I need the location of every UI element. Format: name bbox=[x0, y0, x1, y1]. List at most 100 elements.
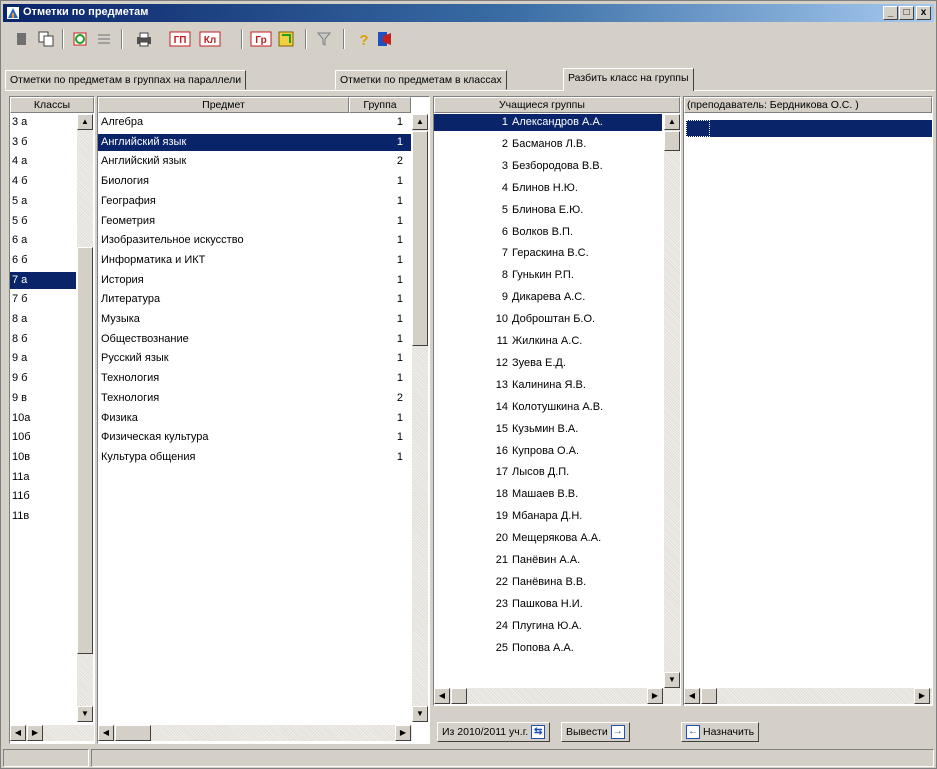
scroll-thumb[interactable] bbox=[412, 131, 428, 346]
tab-group-marks[interactable]: Отметки по предметам в группах на паралл… bbox=[5, 70, 247, 90]
subjects-vscroll[interactable]: ▲ ▼ bbox=[412, 114, 428, 722]
scroll-thumb[interactable] bbox=[664, 131, 680, 151]
student-row[interactable]: 8 Гунькин Р.П. bbox=[434, 267, 664, 284]
scroll-right-button[interactable]: ▶ bbox=[27, 725, 43, 741]
class-list-item[interactable]: 11а bbox=[10, 469, 76, 486]
title-bar[interactable]: Отметки по предметам _ □ x bbox=[3, 4, 934, 22]
student-row[interactable]: 12 Зуева Е.Д. bbox=[434, 355, 664, 372]
subject-row[interactable]: Технология 2 bbox=[98, 390, 411, 407]
minimize-button[interactable]: _ bbox=[883, 6, 898, 20]
class-list-item[interactable]: 10а bbox=[10, 410, 76, 427]
class-list-item[interactable]: 10б bbox=[10, 429, 76, 446]
subject-row[interactable]: География 1 bbox=[98, 193, 411, 210]
scroll-thumb[interactable] bbox=[115, 725, 151, 741]
subjects-table[interactable]: Предмет Группа Алгебра 1 Английский язык 1 А… bbox=[97, 96, 430, 744]
student-row[interactable]: 9 Дикарева А.С. bbox=[434, 289, 664, 306]
list-button[interactable] bbox=[93, 28, 115, 50]
teacher-panel[interactable]: (преподаватель: Бердникова О.С. ) ◀ ▶ bbox=[683, 96, 933, 706]
student-row[interactable]: 21 Панёвин А.А. bbox=[434, 552, 664, 569]
student-row[interactable]: 1 Александров А.А. bbox=[434, 114, 664, 131]
subject-row[interactable]: Физика 1 bbox=[98, 410, 411, 427]
student-row[interactable]: 17 Лысов Д.П. bbox=[434, 464, 664, 481]
subject-row[interactable]: Культура общения 1 bbox=[98, 449, 411, 466]
subjects-hscroll[interactable]: ◀ ▶ bbox=[98, 725, 412, 741]
class-list-item[interactable]: 4 а bbox=[10, 153, 76, 170]
student-row[interactable]: 4 Блинов Н.Ю. bbox=[434, 180, 664, 197]
assign-button[interactable]: ← Назначить bbox=[681, 722, 760, 742]
scroll-down-button[interactable]: ▼ bbox=[664, 672, 680, 688]
subject-row[interactable]: Английский язык 1 bbox=[98, 133, 411, 151]
students-hscroll[interactable]: ◀ ▶ bbox=[434, 688, 680, 704]
student-row[interactable]: 25 Попова А.А. bbox=[434, 640, 664, 657]
copy-button[interactable] bbox=[35, 28, 57, 50]
student-row[interactable]: 13 Калинина Я.В. bbox=[434, 377, 664, 394]
filter-button[interactable] bbox=[313, 28, 335, 50]
student-row[interactable]: 24 Плугина Ю.А. bbox=[434, 618, 664, 635]
student-row[interactable]: 15 Кузьмин В.А. bbox=[434, 421, 664, 438]
subject-row[interactable]: Обществознание 1 bbox=[98, 331, 411, 348]
help-button[interactable]: ? bbox=[353, 28, 375, 50]
scroll-right-button[interactable]: ▶ bbox=[914, 688, 930, 704]
subject-row[interactable]: Изобразительное искусство 1 bbox=[98, 232, 411, 249]
output-button[interactable]: Вывести → bbox=[561, 722, 630, 742]
scroll-left-button[interactable]: ◀ bbox=[98, 725, 114, 741]
subject-row[interactable]: Английский язык 2 bbox=[98, 153, 411, 170]
student-row[interactable]: 19 Мбанара Д.Н. bbox=[434, 508, 664, 525]
teacher-header[interactable]: (преподаватель: Бердникова О.С. ) bbox=[684, 97, 932, 113]
class-list-item[interactable]: 8 б bbox=[10, 331, 76, 348]
class-list-item[interactable]: 4 б bbox=[10, 173, 76, 190]
scroll-left-button[interactable]: ◀ bbox=[434, 688, 450, 704]
subject-column-header[interactable]: Предмет bbox=[98, 97, 349, 113]
student-row[interactable]: 11 Жилкина А.С. bbox=[434, 333, 664, 350]
student-row[interactable]: 16 Купрова О.А. bbox=[434, 443, 664, 460]
teacher-selected-row[interactable] bbox=[710, 120, 932, 137]
scroll-right-button[interactable]: ▶ bbox=[395, 725, 411, 741]
subject-row[interactable]: Музыка 1 bbox=[98, 311, 411, 328]
class-list-item[interactable]: 9 а bbox=[10, 350, 76, 367]
student-row[interactable]: 18 Машаев В.В. bbox=[434, 486, 664, 503]
students-vscroll[interactable]: ▲ ▼ bbox=[664, 114, 680, 688]
subject-row[interactable]: Физическая культура 1 bbox=[98, 429, 411, 446]
scroll-thumb[interactable] bbox=[77, 247, 93, 654]
subject-row[interactable]: Биология 1 bbox=[98, 173, 411, 190]
scroll-thumb[interactable] bbox=[701, 688, 717, 704]
teacher-hscroll[interactable]: ◀ ▶ bbox=[684, 688, 932, 704]
students-list[interactable]: Учащиеся группы 1 Александров А.А. 2 Басман… bbox=[433, 96, 681, 706]
student-row[interactable]: 22 Панёвина В.В. bbox=[434, 574, 664, 591]
exit-button[interactable] bbox=[373, 28, 395, 50]
classes-list[interactable]: Классы 3 а 3 б 4 а 4 б 5 а 5 б 6 а 6 б 7 а 7 б 8 а… bbox=[9, 96, 95, 744]
subject-row[interactable]: Алгебра 1 bbox=[98, 114, 411, 131]
subject-row[interactable]: История 1 bbox=[98, 272, 411, 289]
scroll-left-button[interactable]: ◀ bbox=[10, 725, 26, 741]
subject-row[interactable]: Информатика и ИКТ 1 bbox=[98, 252, 411, 269]
subject-row[interactable]: Русский язык 1 bbox=[98, 350, 411, 367]
class-list-item[interactable]: 9 б bbox=[10, 370, 76, 387]
scroll-thumb[interactable] bbox=[451, 688, 467, 704]
select-button[interactable] bbox=[275, 28, 297, 50]
refresh-button[interactable] bbox=[69, 28, 91, 50]
class-list-item[interactable]: 6 а bbox=[10, 232, 76, 249]
subject-row[interactable]: Технология 1 bbox=[98, 370, 411, 387]
class-list-item[interactable]: 7 б bbox=[10, 291, 76, 308]
class-list-item[interactable]: 3 а bbox=[10, 114, 76, 131]
new-button[interactable] bbox=[11, 28, 33, 50]
class-list-item[interactable]: 7 а bbox=[10, 271, 76, 289]
class-list-item[interactable]: 10в bbox=[10, 449, 76, 466]
maximize-button[interactable]: □ bbox=[899, 6, 914, 20]
student-row[interactable]: 2 Басманов Л.В. bbox=[434, 136, 664, 153]
tab-split-groups[interactable]: Разбить класс на группы bbox=[563, 68, 694, 91]
scroll-down-button[interactable]: ▼ bbox=[412, 706, 428, 722]
student-row[interactable]: 20 Мещерякова А.А. bbox=[434, 530, 664, 547]
subject-row[interactable]: Геометрия 1 bbox=[98, 213, 411, 230]
group-column-header[interactable]: Группа bbox=[349, 97, 411, 113]
student-row[interactable]: 5 Блинова Е.Ю. bbox=[434, 202, 664, 219]
classes-vscroll[interactable]: ▲ ▼ bbox=[77, 114, 93, 722]
student-row[interactable]: 7 Гераскина В.С. bbox=[434, 245, 664, 262]
scroll-down-button[interactable]: ▼ bbox=[77, 706, 93, 722]
close-button[interactable]: x bbox=[916, 6, 931, 20]
class-list-item[interactable]: 11б bbox=[10, 488, 76, 505]
student-row[interactable]: 6 Волков В.П. bbox=[434, 224, 664, 241]
class-list-item[interactable]: 11в bbox=[10, 508, 76, 525]
student-row[interactable]: 14 Колотушкина А.В. bbox=[434, 399, 664, 416]
gp-button[interactable]: ГП bbox=[167, 28, 193, 50]
